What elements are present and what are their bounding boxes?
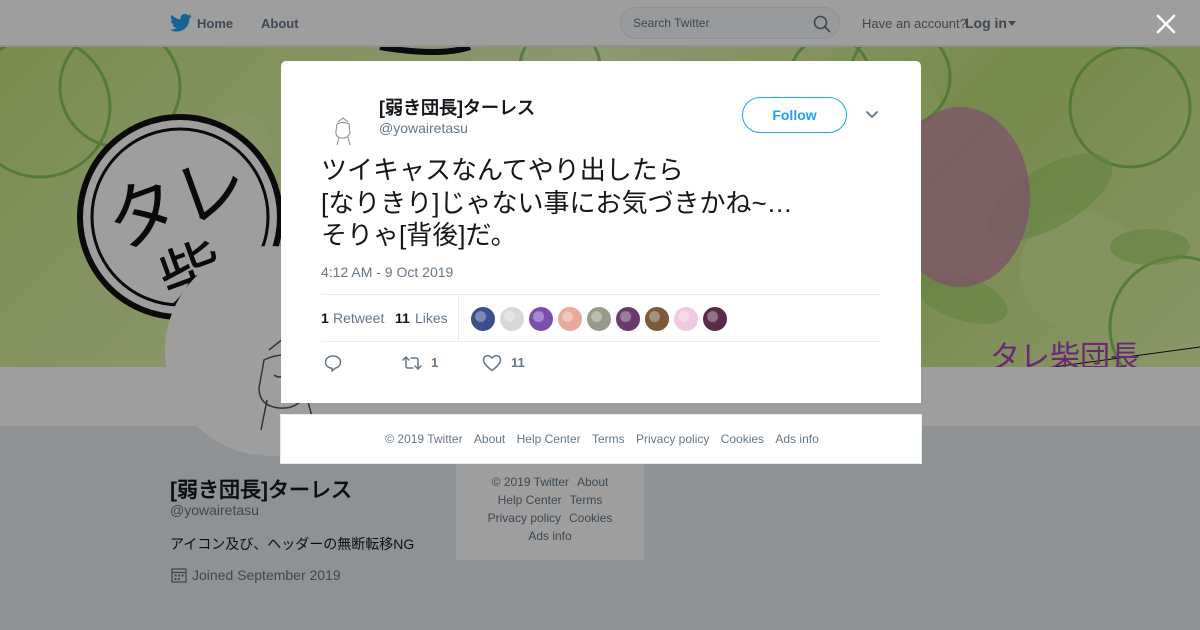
liker-avatar[interactable] [557,306,583,332]
footer-help-link[interactable]: Help Center [517,432,581,446]
liker-avatar[interactable] [673,306,699,332]
liker-avatar[interactable] [644,306,670,332]
author-avatar-image [335,117,351,146]
footer-privacy-link[interactable]: Privacy policy [636,432,709,446]
reply-icon[interactable] [324,354,342,372]
liker-avatar[interactable] [586,306,612,332]
footer-about-link[interactable]: About [474,432,505,446]
retweet-icon[interactable] [402,354,422,372]
tweet-text-line: ツイキャスなんてやり出したら [321,155,684,185]
tweet-actions: 1 11 [321,351,881,375]
liker-avatar[interactable] [470,306,496,332]
footer-copyright: © 2019 Twitter [385,432,463,446]
like-count[interactable]: 11 [511,355,525,370]
likes-stat-label[interactable]: Likes [415,310,448,326]
chevron-down-icon[interactable] [865,109,879,121]
likes-stat-count[interactable]: 11 [395,310,410,326]
retweet-count[interactable]: 1 [431,355,438,370]
modal-footer: © 2019 Twitter About Help Center Terms P… [280,414,922,464]
liker-avatar[interactable] [615,306,641,332]
tweet-modal: [弱き団長]ターレス @yowairetasu Follow ツイキャスなんてや… [281,61,921,403]
tweet-author-handle[interactable]: @yowairetasu [379,120,468,136]
stats-divider [458,295,459,341]
tweet-text: ツイキャスなんてやり出したら [なりきり]じゃない事にお気づきかね~… そりゃ[… [321,154,881,252]
retweet-stat-count[interactable]: 1 [321,310,329,326]
close-icon[interactable] [1152,10,1180,38]
liker-avatar[interactable] [499,306,525,332]
heart-icon[interactable] [482,354,502,372]
footer-terms-link[interactable]: Terms [592,432,625,446]
tweet-text-line: [なりきり]じゃない事にお気づきかね~… [321,187,793,218]
footer-cookies-link[interactable]: Cookies [721,432,764,446]
liker-avatar[interactable] [528,306,554,332]
tweet-author-avatar[interactable] [321,106,365,150]
liker-avatar[interactable] [702,306,728,332]
tweet-stats: 1 Retweet 11 Likes [321,294,881,342]
retweet-stat-label[interactable]: Retweet [333,310,384,326]
footer-ads-link[interactable]: Ads info [775,432,818,446]
tweet-timestamp[interactable]: 4:12 AM - 9 Oct 2019 [321,264,453,280]
tweet-author-name[interactable]: [弱き団長]ターレス [379,94,535,120]
follow-button[interactable]: Follow [742,97,847,133]
tweet-text-line: そりゃ[背後]だ。 [321,220,517,250]
